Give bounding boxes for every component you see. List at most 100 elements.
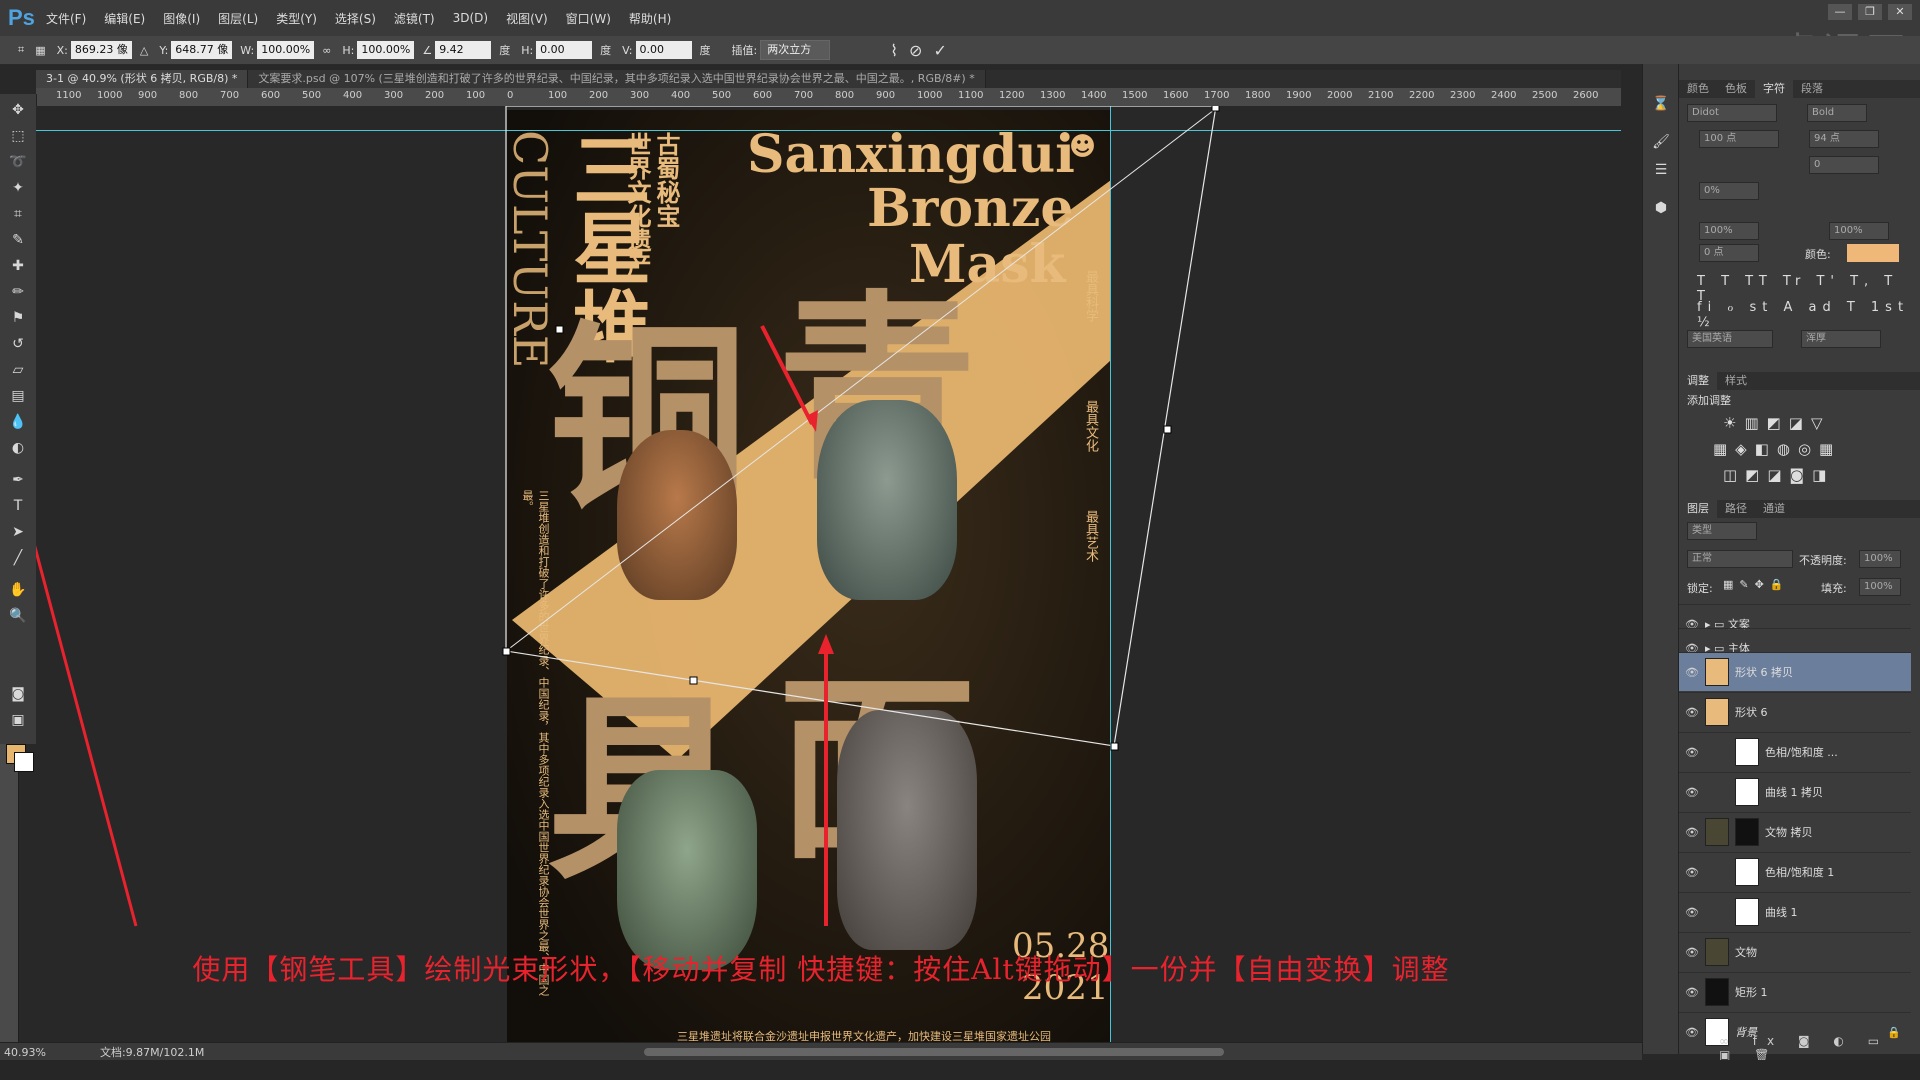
horizontal-ruler[interactable]: 1100 1000 900 800 700 600 500 400 300 20… [36, 88, 1621, 107]
visibility-eye-icon[interactable]: 👁 [1679, 706, 1705, 719]
tab-doc-2[interactable]: 文案要求.psd @ 107% (三星堆创造和打破了许多的世界纪录、中国纪录，其… [248, 70, 986, 88]
text-color-swatch[interactable] [1847, 244, 1899, 262]
layer-actions-bar[interactable]: ∞ fx ◙ ◐ ▭ ▣ 🗑 [1719, 1034, 1920, 1062]
path-select-icon[interactable]: ➤ [6, 522, 30, 542]
layer-row[interactable]: 👁 文物 [1679, 932, 1911, 971]
horizontal-scale-field[interactable]: 100% [1829, 222, 1889, 240]
hand-tool-icon[interactable]: ✋ [6, 580, 30, 600]
quick-mask-icon[interactable]: ◙ [6, 684, 30, 704]
visibility-eye-icon[interactable]: 👁 [1679, 826, 1705, 839]
reference-point-icon[interactable]: ▦ [35, 44, 45, 57]
vertical-scale-field[interactable]: 100% [1699, 222, 1759, 240]
tab-color[interactable]: 颜色 [1679, 80, 1717, 98]
font-size-field[interactable]: 100 点 [1699, 130, 1779, 148]
tab-channels[interactable]: 通道 [1755, 500, 1793, 518]
adjustment-icons-row-2[interactable]: ▦◈◧◍◎▦ [1713, 440, 1841, 458]
language-select[interactable]: 美国英语 [1687, 330, 1773, 348]
menu-layer[interactable]: 图层(L) [218, 10, 258, 27]
layer-kind-filter[interactable]: 类型 [1687, 522, 1757, 540]
tab-layers[interactable]: 图层 [1679, 500, 1717, 518]
commit-transform-icon[interactable]: ✓ [933, 41, 946, 60]
dodge-tool-icon[interactable]: ◐ [6, 438, 30, 458]
menu-file[interactable]: 文件(F) [46, 10, 86, 27]
menu-window[interactable]: 窗口(W) [566, 10, 611, 27]
layer-row[interactable]: 👁 色相/饱和度 1 [1679, 852, 1911, 891]
tab-adjustments[interactable]: 调整 [1679, 372, 1717, 390]
menu-help[interactable]: 帮助(H) [629, 10, 671, 27]
font-family-select[interactable]: Didot [1687, 104, 1777, 122]
layer-row[interactable]: 👁 形状 6 [1679, 692, 1911, 731]
zoom-level[interactable]: 40.93% [4, 1046, 46, 1059]
link-icon[interactable]: ∞ [322, 44, 331, 57]
restore-button[interactable]: ❐ [1858, 4, 1882, 20]
hskew-input[interactable]: 0.00 [536, 41, 593, 59]
brush-panel-icon[interactable]: 🖌 [1649, 132, 1673, 152]
opentype-buttons[interactable]: fi ℴ st A ad T 1st ½ [1697, 300, 1920, 330]
eraser-tool-icon[interactable]: ▱ [6, 360, 30, 380]
visibility-eye-icon[interactable]: 👁 [1679, 786, 1705, 799]
stamp-tool-icon[interactable]: ⚑ [6, 308, 30, 328]
crop-tool-icon[interactable]: ⌗ [6, 204, 30, 224]
line-tool-icon[interactable]: ╱ [6, 548, 30, 568]
h-input[interactable]: 100.00% [357, 41, 415, 59]
baseline-field[interactable]: 0 点 [1699, 244, 1759, 262]
zoom-tool-icon[interactable]: 🔍 [6, 606, 30, 626]
opacity-field[interactable]: 100% [1859, 550, 1901, 568]
tsume-field[interactable]: 0% [1699, 182, 1759, 200]
menu-select[interactable]: 选择(S) [335, 10, 376, 27]
antialias-select[interactable]: 浑厚 [1801, 330, 1881, 348]
lock-icons[interactable]: ▦✎✥🔒 [1723, 578, 1790, 591]
background-color-swatch[interactable] [14, 752, 34, 772]
move-tool-icon[interactable]: ✥ [6, 100, 30, 120]
tracking-field[interactable]: 0 [1809, 156, 1879, 174]
tab-paragraph[interactable]: 段落 [1793, 80, 1831, 98]
brush-tool-icon[interactable]: ✏ [6, 282, 30, 302]
leading-field[interactable]: 94 点 [1809, 130, 1879, 148]
vskew-input[interactable]: 0.00 [635, 41, 692, 59]
layer-row[interactable]: 👁 文物 拷贝 [1679, 812, 1911, 851]
visibility-eye-icon[interactable]: 👁 [1679, 866, 1705, 879]
type-tool-icon[interactable]: T [6, 496, 30, 516]
gradient-tool-icon[interactable]: ▤ [6, 386, 30, 406]
visibility-eye-icon[interactable]: 👁 [1679, 906, 1705, 919]
doc-size[interactable]: 文档:9.87M/102.1M [100, 1044, 204, 1060]
y-input[interactable]: 648.77 像 [171, 41, 233, 59]
menu-image[interactable]: 图像(I) [163, 10, 200, 27]
angle-input[interactable]: 9.42 [435, 41, 492, 59]
layer-row[interactable]: 👁 矩形 1 [1679, 972, 1911, 1011]
layer-row[interactable]: 👁 曲线 1 拷贝 [1679, 772, 1911, 811]
transform-tool-icon[interactable]: ⌗ [18, 43, 24, 57]
layer-row[interactable]: 👁 色相/饱和度 ... [1679, 732, 1911, 771]
menu-view[interactable]: 视图(V) [506, 10, 548, 27]
visibility-eye-icon[interactable]: 👁 [1679, 1026, 1705, 1039]
history-brush-icon[interactable]: ↺ [6, 334, 30, 354]
w-input[interactable]: 100.00% [257, 41, 315, 59]
close-button[interactable]: ✕ [1888, 4, 1912, 20]
tab-styles[interactable]: 样式 [1717, 372, 1755, 390]
blend-mode-select[interactable]: 正常 [1687, 550, 1793, 568]
history-panel-icon[interactable]: ⌛ [1649, 94, 1673, 114]
adjustment-icons-row-3[interactable]: ◫◩◪◙◨ [1723, 466, 1834, 484]
fill-field[interactable]: 100% [1859, 578, 1901, 596]
interp-select[interactable]: 两次立方 [760, 40, 831, 60]
tab-character[interactable]: 字符 [1755, 80, 1793, 98]
tab-doc-1[interactable]: 3-1 @ 40.9% (形状 6 拷贝, RGB/8) * [36, 70, 249, 88]
x-input[interactable]: 869.23 像 [70, 41, 132, 59]
font-style-select[interactable]: Bold [1807, 104, 1867, 122]
marquee-tool-icon[interactable]: ⬚ [6, 126, 30, 146]
screen-mode-icon[interactable]: ▣ [6, 710, 30, 730]
delta-icon[interactable]: △ [140, 44, 148, 57]
menu-filter[interactable]: 滤镜(T) [394, 10, 435, 27]
layer-row-selected[interactable]: 👁 形状 6 拷贝 [1679, 652, 1911, 691]
3d-panel-icon[interactable]: ⬢ [1649, 198, 1673, 218]
lasso-tool-icon[interactable]: ➰ [6, 152, 30, 172]
blur-tool-icon[interactable]: 💧 [6, 412, 30, 432]
eyedropper-icon[interactable]: ✎ [6, 230, 30, 250]
visibility-eye-icon[interactable]: 👁 [1679, 746, 1705, 759]
layer-row[interactable]: 👁 曲线 1 [1679, 892, 1911, 931]
menu-3d[interactable]: 3D(D) [453, 11, 488, 25]
minimize-button[interactable]: — [1828, 4, 1852, 20]
visibility-eye-icon[interactable]: 👁 [1679, 666, 1705, 679]
healing-brush-icon[interactable]: ✚ [6, 256, 30, 276]
magic-wand-icon[interactable]: ✦ [6, 178, 30, 198]
